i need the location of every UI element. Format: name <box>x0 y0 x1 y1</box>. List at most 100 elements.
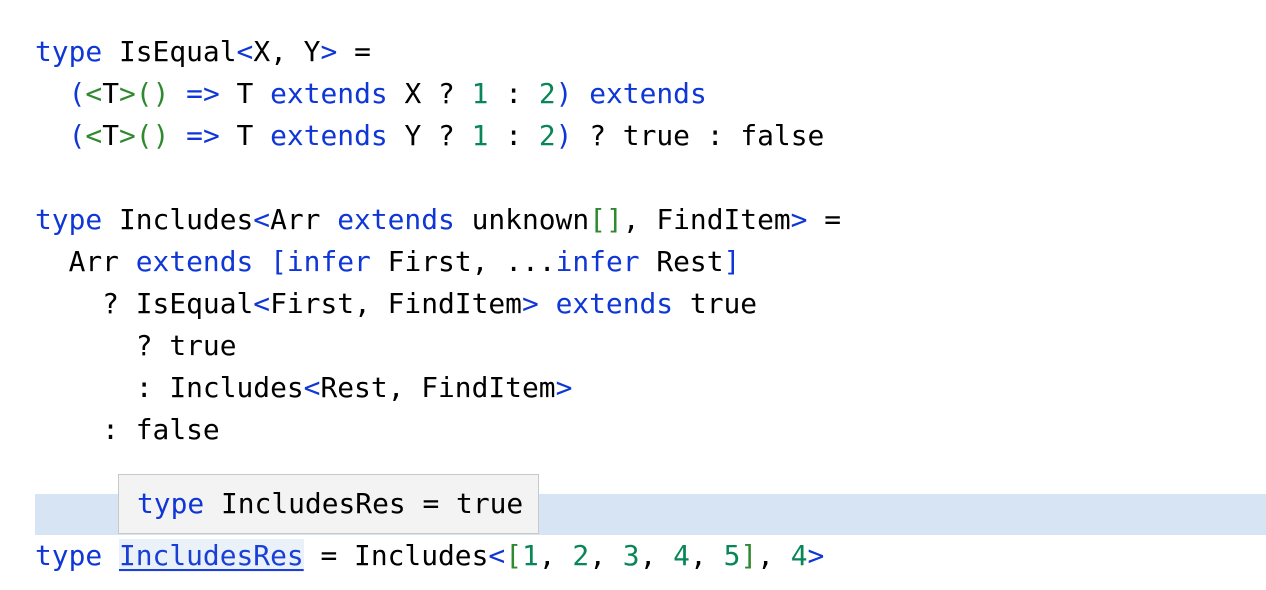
keyword-token: [ <box>270 245 287 278</box>
keyword-token: type <box>35 539 103 572</box>
angle-bracket-token: < <box>303 371 321 404</box>
text-token: unknown <box>454 203 590 236</box>
keyword-token: ) <box>555 77 573 110</box>
number-token: 2 <box>538 119 556 152</box>
angle-bracket-token: > <box>807 539 825 572</box>
text-token: = Includes <box>303 539 489 572</box>
text-token: IsEqual <box>102 35 237 68</box>
code-line[interactable]: Arr extends [infer First, ...infer Rest] <box>35 241 741 283</box>
tooltip-text: IncludesRes = true <box>204 487 524 520</box>
angle-bracket-token: > <box>320 35 338 68</box>
text-token: : <box>488 77 539 110</box>
keyword-token: ) <box>555 119 573 152</box>
text-token: T <box>219 77 271 110</box>
text-token: X ? <box>387 77 472 110</box>
angle-bracket-token: > <box>790 203 808 236</box>
keyword-token: ] <box>723 245 741 278</box>
code-line[interactable]: type IncludesRes = Includes<[1, 2, 3, 4,… <box>35 535 824 577</box>
bracket-token: > <box>118 77 136 110</box>
text-token: Rest <box>639 245 724 278</box>
text-token: : <box>488 119 539 152</box>
code-line[interactable]: : false <box>35 409 220 451</box>
keyword-token: ( <box>68 77 86 110</box>
text-token: ? IsEqual <box>35 287 254 320</box>
text-token: First, ... <box>370 245 556 278</box>
keyword-token: infer <box>286 245 371 278</box>
bracket-token: [] <box>589 203 623 236</box>
angle-bracket-token: > <box>521 287 539 320</box>
text-token: First, FindItem <box>270 287 522 320</box>
number-token: 4 <box>790 539 808 572</box>
number-token: 1 <box>471 77 489 110</box>
code-line[interactable]: ? IsEqual<First, FindItem> extends true <box>35 283 757 325</box>
bracket-token: < <box>85 119 103 152</box>
keyword-token: extends <box>337 203 455 236</box>
text-token: : false <box>35 413 220 446</box>
text-token: : Includes <box>35 371 304 404</box>
code-editor[interactable]: type IsEqual<X, Y> = (<T>() => T extends… <box>0 0 1266 590</box>
bracket-token: () <box>135 77 170 110</box>
text-token: , <box>589 539 623 572</box>
keyword-token: extends <box>135 245 254 278</box>
text-token: true <box>673 287 758 320</box>
angle-bracket-token: < <box>236 35 254 68</box>
number-token: 1 <box>522 539 539 572</box>
text-token: = <box>807 203 842 236</box>
number-token: 5 <box>723 539 741 572</box>
number-token: 1 <box>471 119 489 152</box>
text-token: , <box>757 539 791 572</box>
text-token: ? true : false <box>572 119 825 152</box>
angle-bracket-token: > <box>555 371 573 404</box>
text-token: , <box>538 539 573 572</box>
hovered-identifier[interactable]: IncludesRes <box>118 539 304 572</box>
keyword-token: extends <box>270 77 388 110</box>
bracket-token: [ <box>505 539 522 572</box>
text-token: T <box>219 119 271 152</box>
text-token: Includes <box>102 203 254 236</box>
code-line[interactable]: (<T>() => T extends X ? 1 : 2) extends <box>35 73 707 115</box>
number-token: 2 <box>572 539 590 572</box>
number-token: 2 <box>538 77 556 110</box>
angle-bracket-token: < <box>253 287 271 320</box>
code-line[interactable]: ? true <box>35 325 237 367</box>
bracket-token: ] <box>740 539 758 572</box>
code-line[interactable]: (<T>() => T extends Y ? 1 : 2) ? true : … <box>35 115 825 157</box>
text-token: , <box>689 539 724 572</box>
code-line[interactable]: : Includes<Rest, FindItem> <box>35 367 573 409</box>
text-token: T <box>102 119 119 152</box>
code-line[interactable]: type IsEqual<X, Y> = <box>35 31 371 73</box>
text-token: X, Y <box>253 35 321 68</box>
text-token: T <box>102 77 119 110</box>
angle-bracket-token: < <box>488 539 506 572</box>
text-token: Arr <box>270 203 338 236</box>
bracket-token: < <box>85 77 103 110</box>
keyword-token: type <box>35 203 103 236</box>
keyword-token: extends <box>270 119 388 152</box>
angle-bracket-token: < <box>253 203 271 236</box>
number-token: 3 <box>622 539 640 572</box>
text-token: Y ? <box>387 119 472 152</box>
tooltip-keyword: type <box>137 487 205 520</box>
keyword-token: ( <box>68 119 86 152</box>
text-token: Arr <box>35 245 136 278</box>
bracket-token: > <box>118 119 136 152</box>
keyword-token: extends <box>555 287 674 320</box>
keyword-token: infer <box>555 245 640 278</box>
keyword-token: type <box>35 35 103 68</box>
text-token: Rest, FindItem <box>320 371 556 404</box>
keyword-token: => <box>186 77 220 110</box>
keyword-token: => <box>186 119 220 152</box>
text-token: ? true <box>35 329 237 362</box>
hover-tooltip: type IncludesRes = true <box>118 474 539 534</box>
text-token: , <box>639 539 674 572</box>
bracket-token: () <box>135 119 170 152</box>
code-line[interactable]: type Includes<Arr extends unknown[], Fin… <box>35 199 841 241</box>
